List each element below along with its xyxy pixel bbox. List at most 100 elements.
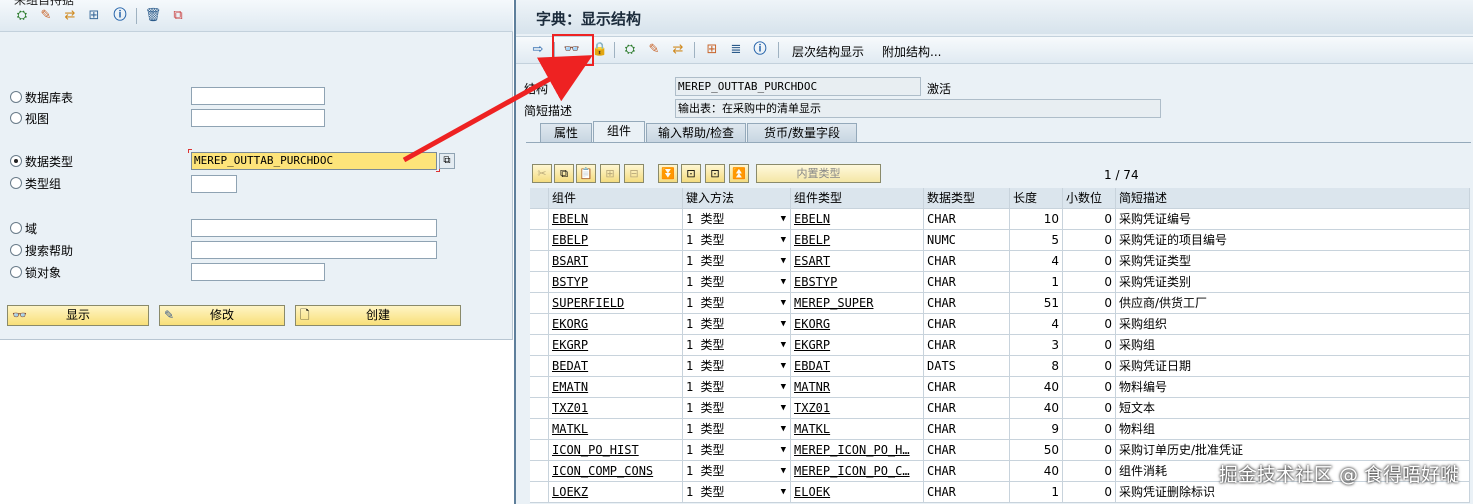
row-selector[interactable] — [530, 251, 549, 272]
cell-decimals[interactable]: 0 — [1063, 335, 1116, 356]
radio-type-group[interactable] — [10, 177, 22, 189]
cell-data-type[interactable]: CHAR — [924, 377, 1010, 398]
cell-component[interactable]: SUPERFIELD — [549, 293, 683, 314]
cell-short-description[interactable]: 短文本 — [1116, 398, 1470, 419]
dropdown-arrow-icon[interactable]: ▼ — [781, 461, 786, 481]
cell-component-type[interactable]: EBDAT — [791, 356, 924, 377]
select-all-cell[interactable] — [530, 188, 549, 209]
cell-component-type[interactable]: ESART — [791, 251, 924, 272]
cell-short-description[interactable]: 采购凭证类型 — [1116, 251, 1470, 272]
dropdown-arrow-icon[interactable]: ▼ — [781, 293, 786, 313]
cut-icon[interactable]: ✂ — [532, 164, 552, 183]
cell-decimals[interactable]: 0 — [1063, 230, 1116, 251]
cell-data-type[interactable]: CHAR — [924, 209, 1010, 230]
cell-short-description[interactable]: 物料组 — [1116, 419, 1470, 440]
dropdown-arrow-icon[interactable]: ▼ — [781, 314, 786, 334]
dropdown-arrow-icon[interactable]: ▼ — [781, 209, 786, 229]
cell-component[interactable]: ICON_PO_HIST — [549, 440, 683, 461]
cell-decimals[interactable]: 0 — [1063, 314, 1116, 335]
short-description-field[interactable]: 输出表：在采购中的清单显示 — [675, 99, 1161, 118]
table-row[interactable]: ICON_PO_HIST 1 类型 ▼ MEREP_ICON_PO_H… CHAR 50 0… — [530, 440, 1470, 461]
cell-short-description[interactable]: 物料编号 — [1116, 377, 1470, 398]
dropdown-arrow-icon[interactable]: ▼ — [781, 230, 786, 250]
pencil-icon[interactable]: ✎ — [646, 42, 662, 58]
cell-decimals[interactable]: 0 — [1063, 272, 1116, 293]
cell-data-type[interactable]: CHAR — [924, 272, 1010, 293]
structure-name-field[interactable]: MEREP_OUTTAB_PURCHDOC — [675, 77, 921, 96]
activate-icon[interactable]: 🔒 — [592, 42, 608, 58]
dropdown-arrow-icon[interactable]: ▼ — [781, 251, 786, 271]
radio-domain[interactable] — [10, 222, 22, 234]
column-header-typing-method[interactable]: 键入方法 — [683, 188, 791, 209]
cell-component-type[interactable]: MATKL — [791, 419, 924, 440]
cell-component[interactable]: MATKL — [549, 419, 683, 440]
cell-length[interactable]: 4 — [1010, 314, 1063, 335]
table-row[interactable]: MATKL 1 类型 ▼ MATKL CHAR 9 0 物料组 — [530, 419, 1470, 440]
table-row[interactable]: SUPERFIELD 1 类型 ▼ MEREP_SUPER CHAR 51 0 供应商/供货工… — [530, 293, 1470, 314]
cell-typing-method[interactable]: 1 类型 ▼ — [683, 440, 791, 461]
copy-icon[interactable]: ⧉ — [170, 8, 186, 24]
tab-currency-quantity[interactable]: 货币/数量字段 — [747, 123, 857, 142]
cell-data-type[interactable]: CHAR — [924, 461, 1010, 482]
cell-component-type[interactable]: MEREP_ICON_PO_H… — [791, 440, 924, 461]
cell-typing-method[interactable]: 1 类型 ▼ — [683, 230, 791, 251]
cell-data-type[interactable]: NUMC — [924, 230, 1010, 251]
cell-length[interactable]: 9 — [1010, 419, 1063, 440]
table-row[interactable]: EBELP 1 类型 ▼ EBELP NUMC 5 0 采购凭证的项目编号 — [530, 230, 1470, 251]
cell-data-type[interactable]: CHAR — [924, 440, 1010, 461]
row-selector[interactable] — [530, 419, 549, 440]
info-icon[interactable]: ⓘ — [752, 42, 768, 58]
cell-component[interactable]: LOEKZ — [549, 482, 683, 503]
cell-component[interactable]: EBELN — [549, 209, 683, 230]
cell-component[interactable]: ICON_COMP_CONS — [549, 461, 683, 482]
cell-data-type[interactable]: CHAR — [924, 335, 1010, 356]
cell-component[interactable]: BSTYP — [549, 272, 683, 293]
cell-short-description[interactable]: 供应商/供货工厂 — [1116, 293, 1470, 314]
radio-lock-object[interactable] — [10, 266, 22, 278]
paste-icon[interactable]: 📋 — [576, 164, 596, 183]
scroll-up-icon[interactable]: ⏫ — [729, 164, 749, 183]
tab-attributes[interactable]: 属性 — [540, 123, 592, 142]
back-arrow-icon[interactable]: ⇨ — [530, 42, 546, 58]
radio-database-table[interactable] — [10, 91, 22, 103]
cell-typing-method[interactable]: 1 类型 ▼ — [683, 293, 791, 314]
data-type-input[interactable]: MEREP_OUTTAB_PURCHDOC — [191, 152, 437, 170]
cell-component[interactable]: EKGRP — [549, 335, 683, 356]
cell-data-type[interactable]: CHAR — [924, 293, 1010, 314]
view-input[interactable] — [191, 109, 325, 127]
value-help-icon[interactable]: ⧉ — [439, 153, 455, 169]
cell-length[interactable]: 1 — [1010, 482, 1063, 503]
dropdown-arrow-icon[interactable]: ▼ — [781, 356, 786, 376]
append-structure-button[interactable]: 附加结构... — [882, 43, 941, 60]
table-row[interactable]: EKGRP 1 类型 ▼ EKGRP CHAR 3 0 采购组 — [530, 335, 1470, 356]
scroll-down-icon[interactable]: ⏬ — [658, 164, 678, 183]
where-used-icon[interactable]: ⊞ — [704, 42, 720, 58]
cell-component-type[interactable]: MEREP_ICON_PO_C… — [791, 461, 924, 482]
cell-typing-method[interactable]: 1 类型 ▼ — [683, 482, 791, 503]
cell-short-description[interactable]: 采购订单历史/批准凭证 — [1116, 440, 1470, 461]
type-group-input[interactable] — [191, 175, 237, 193]
cell-short-description[interactable]: 采购凭证类别 — [1116, 272, 1470, 293]
table-row[interactable]: TXZ01 1 类型 ▼ TXZ01 CHAR 40 0 短文本 — [530, 398, 1470, 419]
cell-length[interactable]: 8 — [1010, 356, 1063, 377]
first-page-icon[interactable]: ⊡ — [681, 164, 701, 183]
search-help-input[interactable] — [191, 241, 437, 259]
column-header-length[interactable]: 长度 — [1010, 188, 1063, 209]
cell-typing-method[interactable]: 1 类型 ▼ — [683, 461, 791, 482]
cell-short-description[interactable]: 采购凭证的项目编号 — [1116, 230, 1470, 251]
cell-decimals[interactable]: 0 — [1063, 251, 1116, 272]
cell-length[interactable]: 3 — [1010, 335, 1063, 356]
transport-icon[interactable]: ⇄ — [670, 42, 686, 58]
cell-data-type[interactable]: CHAR — [924, 482, 1010, 503]
hierarchy-display-button[interactable]: 层次结构显示 — [792, 43, 864, 60]
cell-length[interactable]: 40 — [1010, 398, 1063, 419]
column-header-short-description[interactable]: 简短描述 — [1116, 188, 1470, 209]
tab-components[interactable]: 组件 — [593, 121, 645, 143]
last-page-icon[interactable]: ⊡ — [705, 164, 725, 183]
table-row[interactable]: EBELN 1 类型 ▼ EBELN CHAR 10 0 采购凭证编号 — [530, 209, 1470, 230]
cell-component[interactable]: BSART — [549, 251, 683, 272]
tree-icon[interactable]: ⊞ — [86, 8, 102, 24]
cell-typing-method[interactable]: 1 类型 ▼ — [683, 398, 791, 419]
cell-data-type[interactable]: CHAR — [924, 314, 1010, 335]
row-selector[interactable] — [530, 482, 549, 503]
